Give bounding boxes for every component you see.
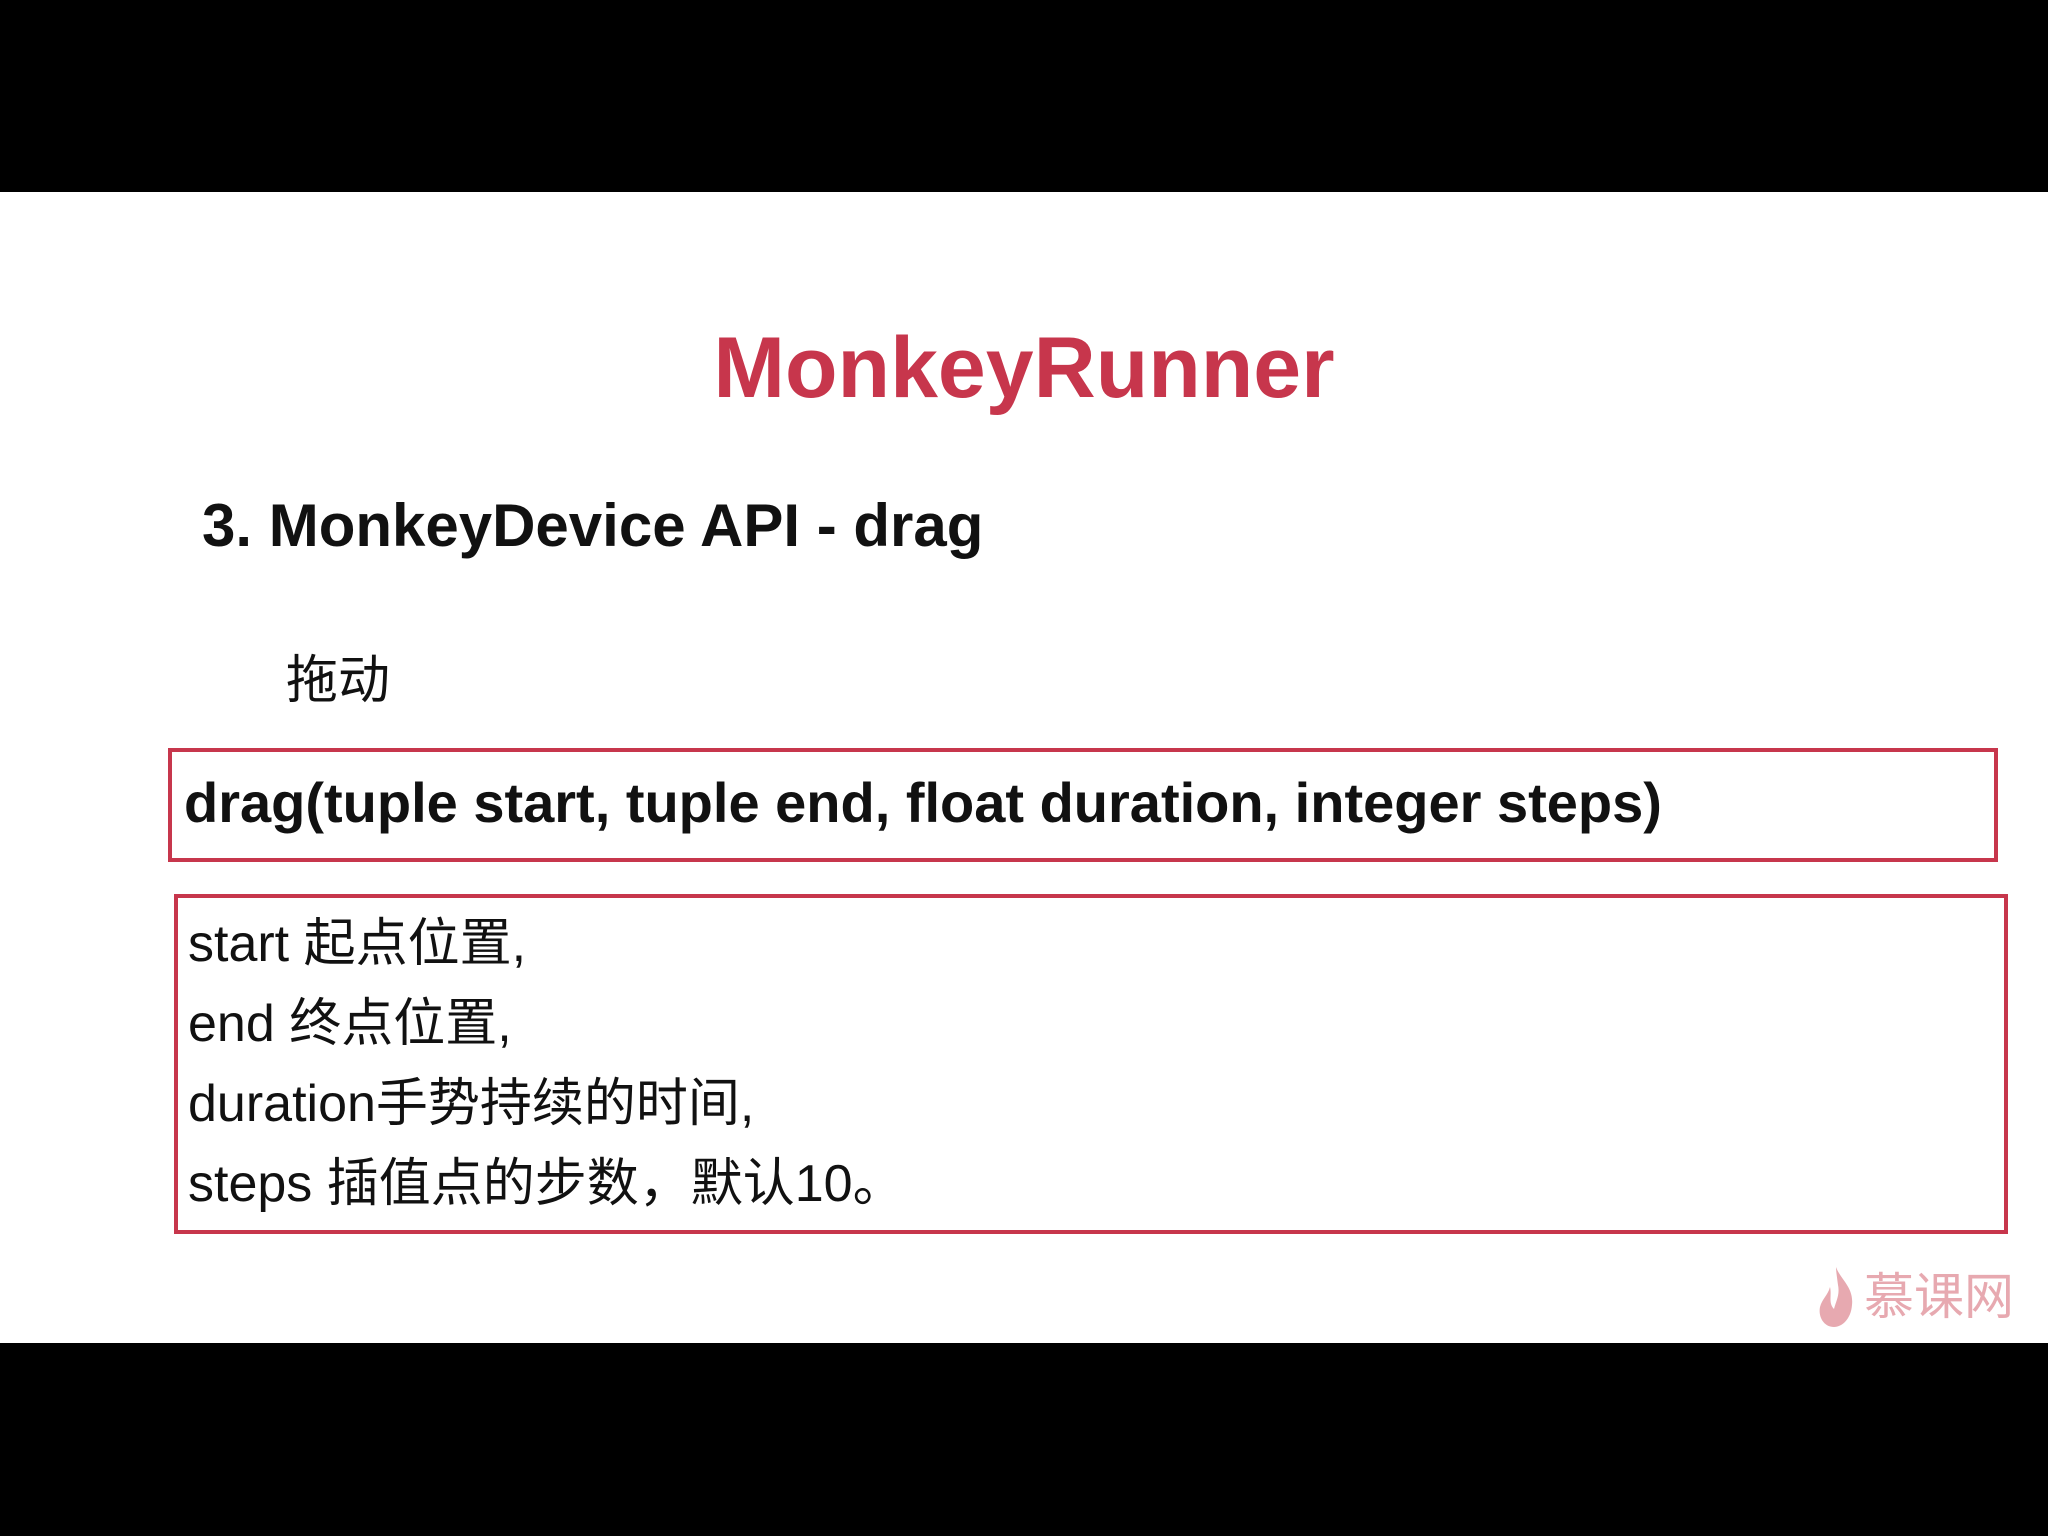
flame-icon [1819,1267,1853,1327]
parameter-start: start 起点位置, [188,915,527,973]
slide-title: MonkeyRunner [713,320,1335,416]
parameter-end: end 终点位置, [188,995,512,1053]
parameter-duration: duration手势持续的时间, [188,1075,755,1133]
watermark-logo: 慕课网 [1814,1262,2034,1332]
section-label: 拖动 [286,651,391,711]
letterbox-top [0,0,2048,192]
letterbox-bottom [0,1343,2048,1536]
parameter-steps: steps 插值点的步数，默认10。 [188,1155,905,1213]
slide-subtitle: 3. MonkeyDevice API - drag [202,492,984,559]
parameters-box: start 起点位置, end 终点位置, duration手势持续的时间, s… [174,894,2008,1234]
watermark-text: 慕课网 [1864,1268,2014,1326]
signature-box: drag(tuple start, tuple end, float durat… [168,748,1998,862]
parameter-list: start 起点位置, end 终点位置, duration手势持续的时间, s… [188,904,905,1224]
method-signature: drag(tuple start, tuple end, float durat… [184,771,1662,834]
slide: MonkeyRunner 3. MonkeyDevice API - drag … [0,192,2048,1343]
